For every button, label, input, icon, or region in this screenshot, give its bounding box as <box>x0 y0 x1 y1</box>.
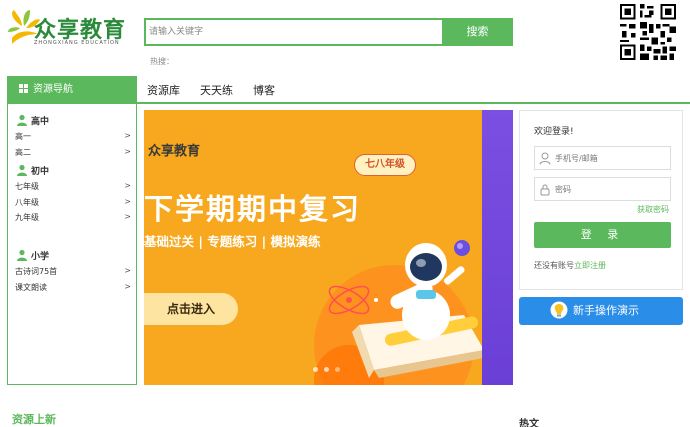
chevron-right-icon: > <box>124 131 131 140</box>
phone-field <box>534 146 671 170</box>
category-high-school[interactable]: 高中 <box>16 114 49 127</box>
person-icon <box>17 164 27 176</box>
search-input[interactable] <box>146 20 444 44</box>
section-title-new-resources: 资源上新 <box>12 413 56 426</box>
category-label: 小学 <box>31 252 50 262</box>
carousel-dot[interactable] <box>324 367 329 372</box>
sidebar-item-grade-9[interactable]: 九年级 > <box>15 212 131 223</box>
nav-link-resource-library[interactable]: 资源库 <box>147 82 180 98</box>
sidebar-item-label: 古诗词75首 <box>15 267 58 276</box>
nav-link-daily-practice[interactable]: 天天练 <box>200 82 233 98</box>
chevron-right-icon: > <box>124 147 131 156</box>
login-button[interactable]: 登 录 <box>534 222 671 248</box>
person-icon <box>17 114 27 126</box>
banner-logo-text: 众享教育 <box>148 144 201 159</box>
search-button[interactable]: 搜索 <box>442 18 513 46</box>
sidebar-item-grade-10[interactable]: 高一 > <box>15 131 131 142</box>
banner-enter-button[interactable]: 点击进入 <box>144 293 238 325</box>
sidebar-item-ancient-poems[interactable]: 古诗词75首 > <box>15 266 131 277</box>
nav-divider <box>137 102 690 104</box>
sidebar-item-text-reading[interactable]: 课文朗读 > <box>15 282 131 293</box>
sidebar-item-grade-7[interactable]: 七年级 > <box>15 181 131 192</box>
category-label: 高中 <box>31 117 50 127</box>
carousel-dot[interactable] <box>313 367 318 372</box>
sidebar-item-grade-8[interactable]: 八年级 > <box>15 197 131 208</box>
section-title-hot-articles: 热文 <box>519 419 539 427</box>
login-welcome: 欢迎登录! <box>534 127 574 137</box>
category-label: 初中 <box>31 167 50 177</box>
user-icon <box>539 152 551 165</box>
category-middle-school[interactable]: 初中 <box>16 164 49 177</box>
chevron-right-icon: > <box>124 212 131 221</box>
lock-icon <box>540 184 550 196</box>
search-box <box>144 18 444 46</box>
phone-input[interactable] <box>555 147 667 169</box>
logo-subtitle: ZHONGXIANG EDUCATION <box>34 40 120 46</box>
banner-title: 下学期期中复习 <box>144 192 362 226</box>
person-icon <box>17 249 27 261</box>
sidebar-item-label: 高一 <box>15 132 31 141</box>
chevron-right-icon: > <box>124 282 131 291</box>
resource-nav-label: 资源导航 <box>33 84 73 95</box>
hot-search-label: 热搜： <box>150 57 174 66</box>
register-prompt: 还没有账号立即注册 <box>534 260 606 271</box>
password-input[interactable] <box>555 178 667 200</box>
register-link[interactable]: 立即注册 <box>574 261 606 270</box>
sidebar-item-label: 九年级 <box>15 213 39 222</box>
carousel-dot[interactable] <box>335 367 340 372</box>
nav-link-blog[interactable]: 博客 <box>253 82 275 98</box>
chevron-right-icon: > <box>124 197 131 206</box>
sidebar-item-label: 高二 <box>15 148 31 157</box>
banner-side-strip <box>482 110 513 385</box>
grid-icon <box>19 84 28 93</box>
banner-carousel[interactable]: 众享教育 七八年级 下学期期中复习 基础过关 | 专题练习 | 模拟演练 点击进… <box>144 110 513 385</box>
get-password-link[interactable]: 获取密码 <box>637 204 669 215</box>
password-field <box>534 177 671 201</box>
no-account-text: 还没有账号 <box>534 261 574 270</box>
resource-nav-header[interactable]: 资源导航 <box>7 76 137 104</box>
qr-code-icon <box>620 4 676 60</box>
chevron-right-icon: > <box>124 181 131 190</box>
chevron-right-icon: > <box>124 266 131 275</box>
sidebar-item-label: 七年级 <box>15 182 39 191</box>
sidebar: 高中 高一 > 高二 > 初中 七年级 > 八年级 > 九年级 > 小学 古诗词75首 > … <box>7 104 137 385</box>
lightbulb-icon <box>550 301 568 319</box>
banner-grade-tag: 七八年级 <box>354 154 416 176</box>
sidebar-item-label: 课文朗读 <box>15 283 47 292</box>
beginner-guide-button[interactable]: 新手操作演示 <box>519 297 683 325</box>
sidebar-item-label: 八年级 <box>15 198 39 207</box>
guide-label: 新手操作演示 <box>573 304 639 317</box>
banner-subtitle: 基础过关 | 专题练习 | 模拟演练 <box>144 234 321 249</box>
sidebar-item-grade-11[interactable]: 高二 > <box>15 147 131 158</box>
category-primary-school[interactable]: 小学 <box>16 249 49 262</box>
